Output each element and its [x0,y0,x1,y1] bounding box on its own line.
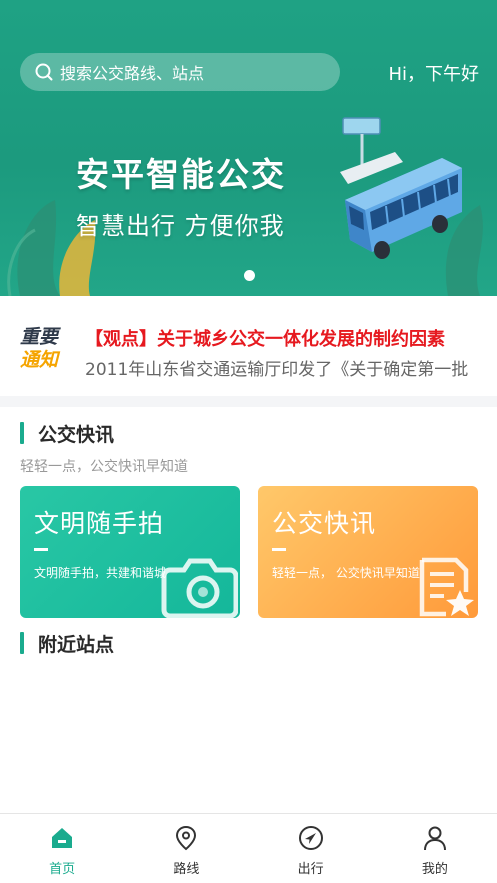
notice-badge-line1: 重要 [20,326,59,348]
camera-icon [161,558,238,618]
card-desc: 轻轻一点， 公交快讯早知道 [272,566,420,580]
banner-title: 安平智能公交 [76,155,286,194]
nearby-section-header: 附近站点 [20,631,115,656]
notice-badge-line2: 通知 [20,349,59,371]
section-accent-bar [20,422,24,444]
notice-banner[interactable]: 重要 通知 【观点】关于城乡公交一体化发展的制约因素 2011年山东省交通运输厅… [0,296,497,396]
home-icon [52,828,73,848]
carousel-indicator-dot[interactable] [244,270,255,281]
location-pin-icon [176,825,197,851]
search-icon [35,63,53,81]
search-placeholder: 搜索公交路线、站点 [60,64,205,83]
news-star-icon [419,557,474,617]
card-title: 公交快讯 [272,509,377,538]
notice-body: 2011年山东省交通运输厅印发了《关于确定第一批 [85,360,469,380]
greeting-text: Hi，下午好 [388,64,479,85]
card-dash [34,548,48,551]
news-section-title: 公交快讯 [38,423,115,446]
nearby-section-title: 附近站点 [38,633,115,656]
notice-headline[interactable]: 【观点】关于城乡公交一体化发展的制约因素 [85,325,485,351]
civilized-photo-card[interactable]: 文明随手拍 文明随手拍，共建和谐城 [20,486,240,618]
navigation-arrow-icon [298,826,323,850]
card-desc: 文明随手拍，共建和谐城 [34,566,167,580]
news-section-header: 公交快讯 [20,421,115,446]
tab-label: 路线 [173,862,200,877]
tab-home[interactable]: 首页 [0,814,124,883]
banner[interactable]: 搜索公交路线、站点 Hi，下午好 安平智能公交 智慧出行 方便你我 [0,0,497,296]
section-accent-bar [20,632,24,654]
card-title: 文明随手拍 [34,509,165,538]
tab-label: 我的 [421,862,448,877]
banner-slogan: 智慧出行 方便你我 [76,212,285,240]
tab-mine[interactable]: 我的 [373,814,497,883]
bus-news-card[interactable]: 公交快讯 轻轻一点， 公交快讯早知道 [258,486,478,618]
user-icon [423,826,446,851]
search-bar[interactable]: 搜索公交路线、站点 [20,53,340,91]
news-section-subtitle: 轻轻一点，公交快讯早知道 [20,459,188,475]
tab-travel[interactable]: 出行 [249,814,373,883]
important-notice-badge: 重要 通知 [20,326,70,374]
tab-label: 出行 [297,862,324,877]
bottom-tab-bar: 首页 路线 出行 我的 [0,813,497,883]
banner-illustration [7,117,483,296]
section-divider [0,396,497,407]
card-dash [272,548,286,551]
tab-label: 首页 [49,862,76,877]
tab-routes[interactable]: 路线 [124,814,248,883]
